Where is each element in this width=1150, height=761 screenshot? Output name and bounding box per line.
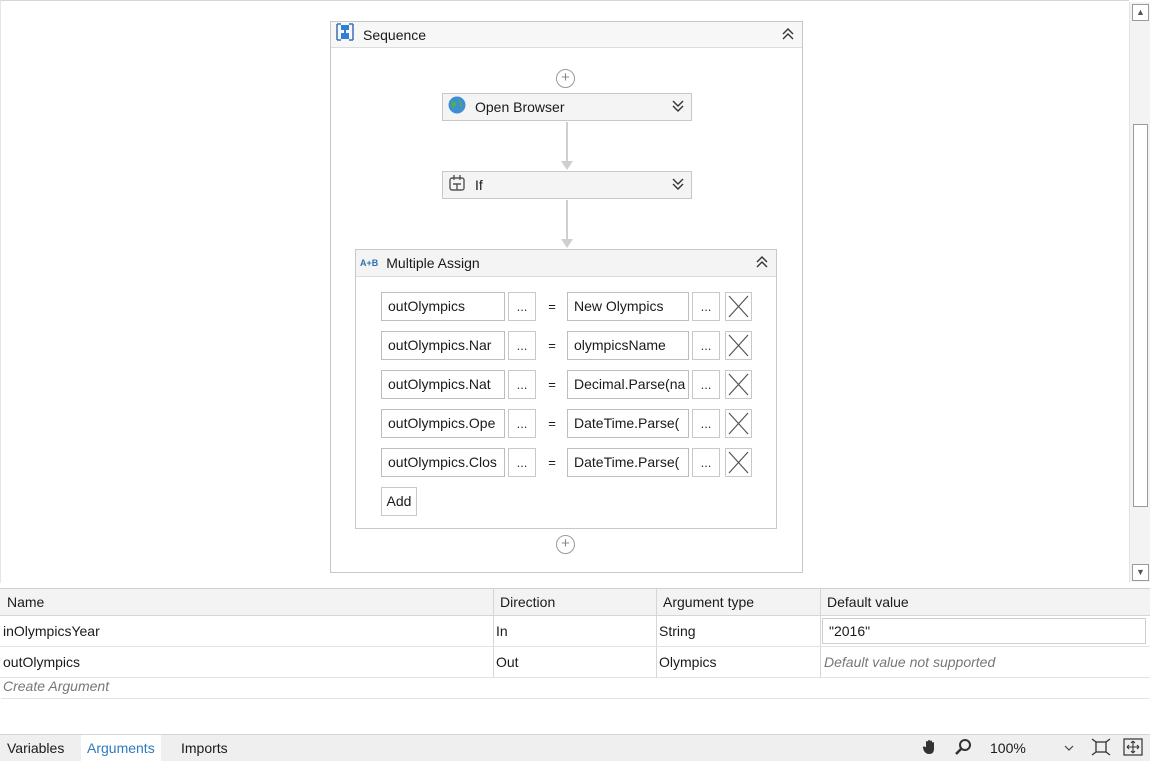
equals-sign: = [548,455,556,470]
column-divider [820,616,821,646]
expand-if-button[interactable] [670,177,686,193]
assign-value-field[interactable]: New Olympics [567,292,689,321]
collapse-sequence-button[interactable] [780,27,796,43]
tab-imports[interactable]: Imports [175,735,234,761]
assign-to-expression-button[interactable]: ... [508,409,536,438]
column-header-name[interactable]: Name [0,589,493,615]
collapse-multiple-assign-button[interactable] [754,255,770,271]
multiple-assign-header[interactable]: A+B Multiple Assign [356,250,776,277]
assign-to-expression-button[interactable]: ... [508,448,536,477]
add-assign-row-button[interactable]: Add [381,487,417,516]
chevron-down-icon [1064,737,1074,761]
tab-arguments[interactable]: Arguments [81,735,161,761]
delete-row-button[interactable] [725,370,752,399]
designer-bottom-bar: Variables Arguments Imports 100% [0,734,1150,761]
close-icon [728,412,749,435]
scroll-down-button[interactable]: ▼ [1132,564,1149,581]
if-activity[interactable]: If [442,171,692,199]
flow-connector [566,200,568,242]
assign-to-field[interactable]: outOlympics [381,292,505,321]
delete-row-button[interactable] [725,448,752,477]
zoom-select[interactable]: 100% [986,737,1078,760]
insert-activity-bottom-button[interactable]: + [556,535,575,554]
argument-direction[interactable]: Out [493,647,656,678]
tab-variables[interactable]: Variables [1,735,70,761]
close-icon [728,373,749,396]
close-icon [728,295,749,318]
default-value-unsupported: Default value not supported [824,654,996,670]
multiple-assign-activity[interactable]: A+B Multiple Assign outOlympics ... = Ne… [355,249,777,529]
table-row[interactable]: inOlympicsYear In String "2016" [0,616,1150,647]
column-header-default-value[interactable]: Default value [820,589,1150,615]
assign-to-expression-button[interactable]: ... [508,370,536,399]
assign-value-expression-button[interactable]: ... [692,448,720,477]
arguments-panel: Name Direction Argument type Default val… [0,588,1150,733]
create-argument-row[interactable]: Create Argument [3,678,109,694]
table-row[interactable]: outOlympics Out Olympics Default value n… [0,647,1150,678]
assign-value-expression-button[interactable]: ... [692,409,720,438]
argument-type[interactable]: String [656,616,820,647]
open-browser-activity[interactable]: Open Browser [442,93,692,121]
assign-value-expression-button[interactable]: ... [692,370,720,399]
argument-type[interactable]: Olympics [656,647,820,678]
if-icon [447,173,467,198]
assign-to-field[interactable]: outOlympics.Nat [381,370,505,399]
delete-row-button[interactable] [725,331,752,360]
delete-row-button[interactable] [725,292,752,321]
sequence-icon [335,22,355,47]
column-header-direction[interactable]: Direction [493,589,656,615]
sequence-title: Sequence [363,26,427,43]
flow-arrowhead [561,161,573,170]
argument-direction[interactable]: In [493,616,656,647]
column-header-argument-type[interactable]: Argument type [656,589,820,615]
default-value-input[interactable]: "2016" [822,618,1146,644]
scrollbar-thumb[interactable] [1133,124,1148,507]
equals-sign: = [548,338,556,353]
assign-value-field[interactable]: DateTime.Parse( [567,409,689,438]
assign-to-field[interactable]: outOlympics.Clos [381,448,505,477]
open-browser-label: Open Browser [475,99,565,115]
overview-icon[interactable] [1122,738,1144,759]
workflow-designer: Sequence + Open Browser If + A+B Multipl… [0,0,1150,761]
assign-value-field[interactable]: Decimal.Parse(na [567,370,689,399]
assign-value-field[interactable]: DateTime.Parse( [567,448,689,477]
assign-to-expression-button[interactable]: ... [508,292,536,321]
vertical-scrollbar[interactable]: ▲ ▼ [1129,2,1150,582]
flow-connector [566,122,568,164]
assign-to-field[interactable]: outOlympics.Nar [381,331,505,360]
fit-to-screen-icon[interactable] [1090,738,1112,759]
assign-value-field[interactable]: olympicsName [567,331,689,360]
assign-to-expression-button[interactable]: ... [508,331,536,360]
equals-sign: = [548,377,556,392]
flow-arrowhead [561,239,573,248]
assign-value-expression-button[interactable]: ... [692,292,720,321]
insert-activity-top-button[interactable]: + [556,69,575,88]
designer-canvas[interactable]: Sequence + Open Browser If + A+B Multipl… [0,0,1129,583]
assign-value-expression-button[interactable]: ... [692,331,720,360]
assign-to-field[interactable]: outOlympics.Ope [381,409,505,438]
arguments-empty-area [1,698,1149,734]
expand-open-browser-button[interactable] [670,99,686,115]
multiple-assign-title: Multiple Assign [386,255,480,271]
equals-sign: = [548,416,556,431]
equals-sign: = [548,299,556,314]
argument-name[interactable]: outOlympics [0,647,493,678]
delete-row-button[interactable] [725,409,752,438]
scroll-up-button[interactable]: ▲ [1132,4,1149,21]
close-icon [728,334,749,357]
arguments-header-row: Name Direction Argument type Default val… [0,589,1150,616]
globe-icon [447,95,467,120]
assign-icon: A+B [360,258,379,268]
sequence-header[interactable]: Sequence [331,22,802,48]
close-icon [728,451,749,474]
search-icon[interactable] [952,738,974,759]
hand-icon[interactable] [919,738,941,759]
if-label: If [475,177,483,193]
argument-name[interactable]: inOlympicsYear [0,616,493,647]
zoom-value: 100% [990,740,1026,756]
